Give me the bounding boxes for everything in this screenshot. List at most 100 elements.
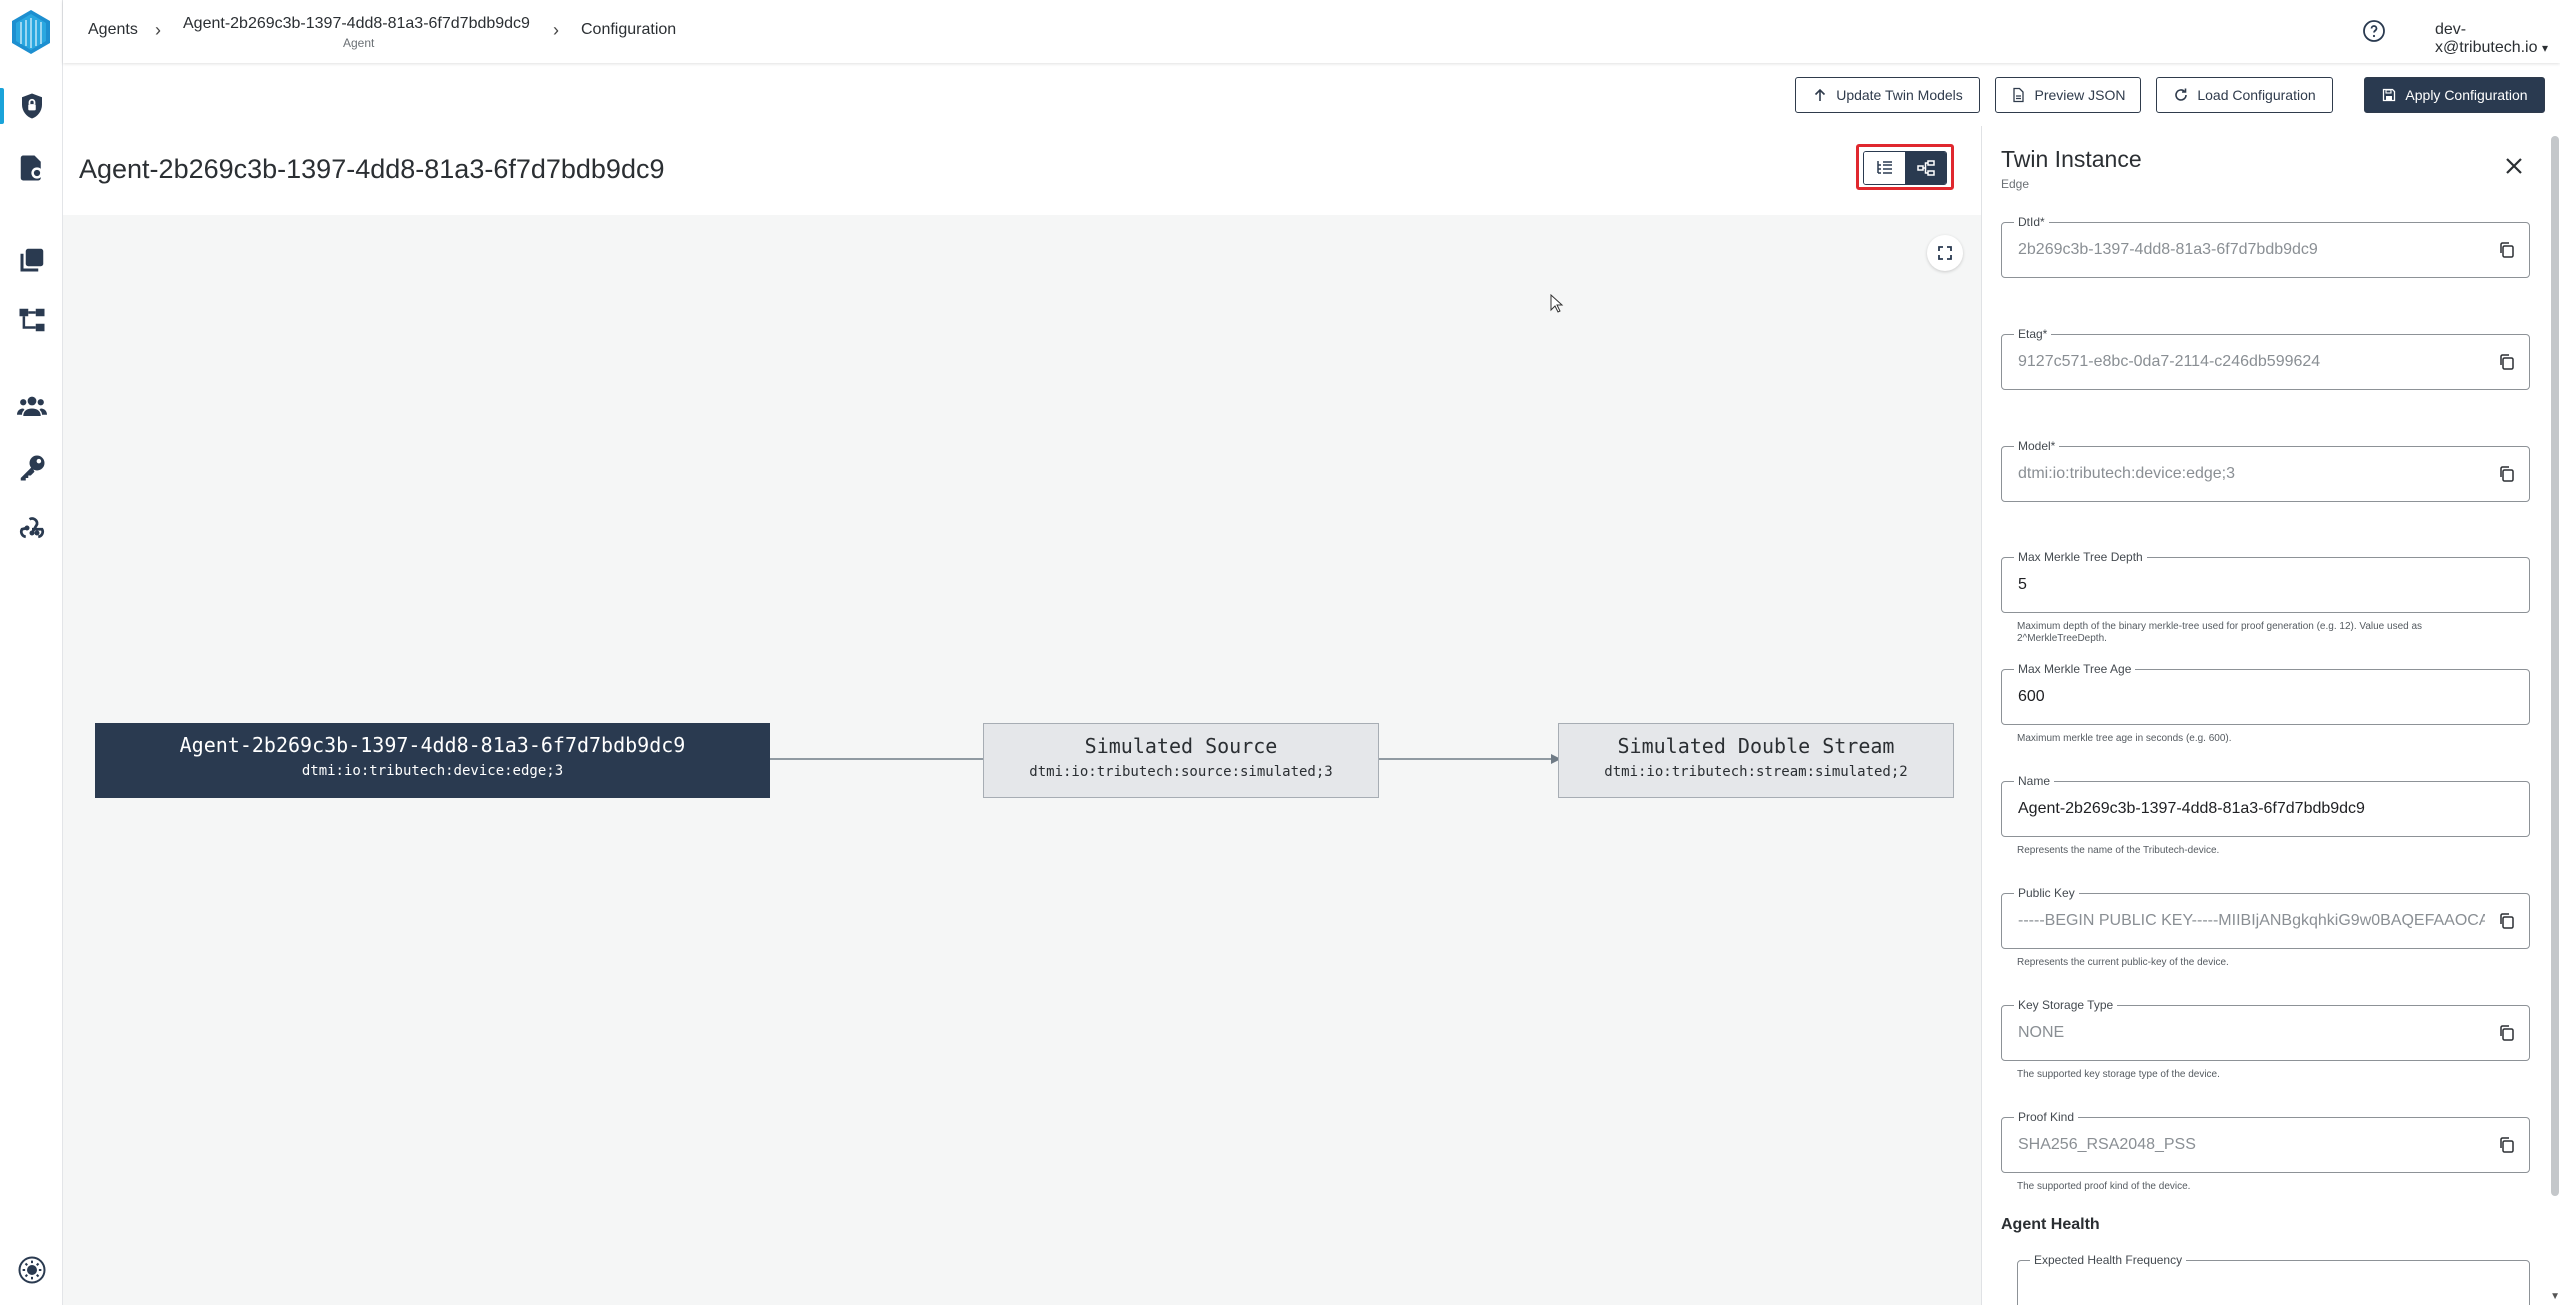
key-storage-type-field: Key Storage Type NONE The supported key … (2001, 997, 2530, 1081)
model-input[interactable]: dtmi:io:tributech:device:edge;3 (2018, 465, 2485, 483)
etag-input[interactable]: 9127c571-e8bc-0da7-2114-c246db599624 (2018, 353, 2485, 371)
panel-scrollbar[interactable] (2551, 136, 2559, 1196)
panel-subtitle: Edge (2001, 177, 2030, 191)
chevron-down-icon: ▾ (2541, 41, 2548, 55)
document-settings-icon (20, 155, 43, 181)
sidebar-item-twins[interactable] (0, 298, 63, 342)
node-title: Agent-2b269c3b-1397-4dd8-81a3-6f7d7bdb9d… (179, 733, 686, 757)
breadcrumb-separator-icon: › (155, 20, 161, 40)
public-key-field: Public Key -----BEGIN PUBLIC KEY-----MII… (2001, 885, 2530, 969)
graph-node-simulated-source[interactable]: Simulated Source dtmi:io:tributech:sourc… (983, 723, 1379, 798)
update-twin-models-label: Update Twin Models (1836, 87, 1963, 103)
load-configuration-button[interactable]: Load Configuration (2156, 77, 2333, 113)
scroll-down-arrow-icon[interactable]: ▼ (2550, 1291, 2560, 1302)
copy-icon[interactable] (2497, 464, 2517, 484)
tree-list-icon (1876, 161, 1892, 174)
field-help-text: The supported proof kind of the device. (2017, 1181, 2191, 1192)
webhook-icon (19, 517, 44, 539)
users-icon (16, 396, 47, 416)
main-header: Agent-2b269c3b-1397-4dd8-81a3-6f7d7bdb9d… (63, 126, 1981, 215)
graph-view-button[interactable] (1905, 152, 1946, 184)
shield-lock-icon (21, 93, 42, 119)
public-key-input[interactable]: -----BEGIN PUBLIC KEY-----MIIBIjANBgkqhk… (2018, 912, 2485, 930)
dtid-field: DtId* 2b269c3b-1397-4dd8-81a3-6f7d7bdb9d… (2001, 214, 2530, 278)
key-icon (20, 455, 44, 481)
sidebar (0, 0, 63, 1305)
field-label: Max Merkle Tree Age (2014, 661, 2136, 677)
graph-nodes-icon (19, 308, 44, 332)
sidebar-item-webhooks[interactable] (0, 506, 63, 550)
field-help-text: Maximum depth of the binary merkle-tree … (2017, 621, 2423, 644)
field-label: Max Merkle Tree Depth (2014, 549, 2147, 565)
sidebar-theme-toggle[interactable] (0, 1248, 63, 1292)
proof-kind-field: Proof Kind SHA256_RSA2048_PSS The suppor… (2001, 1109, 2530, 1193)
field-help-text: Represents the name of the Tributech-dev… (2017, 845, 2220, 856)
graph-view-icon (1916, 160, 1935, 176)
field-label: Etag* (2014, 326, 2052, 342)
page-title: Agent-2b269c3b-1397-4dd8-81a3-6f7d7bdb9d… (79, 154, 665, 184)
breadcrumb-agents[interactable]: Agents (88, 21, 138, 39)
copy-icon[interactable] (2497, 240, 2517, 260)
copy-icon[interactable] (2497, 352, 2517, 372)
preview-json-label: Preview JSON (2034, 87, 2126, 103)
twin-instance-panel: Twin Instance Edge DtId* 2b269c3b-1397-4… (1981, 126, 2560, 1305)
agent-health-heading: Agent Health (2001, 1216, 2100, 1233)
close-icon[interactable] (2502, 154, 2526, 178)
update-twin-models-button[interactable]: Update Twin Models (1795, 77, 1980, 113)
dtid-input[interactable]: 2b269c3b-1397-4dd8-81a3-6f7d7bdb9dc9 (2018, 241, 2485, 259)
mouse-cursor-icon (1550, 294, 1564, 313)
brightness-icon (18, 1256, 45, 1284)
max-merkle-tree-age-input[interactable]: 600 (2018, 688, 2485, 706)
copy-icon[interactable] (2497, 911, 2517, 931)
list-view-button[interactable] (1864, 152, 1905, 184)
breadcrumb-separator-icon: › (553, 20, 559, 40)
panel-title: Twin Instance (2001, 146, 2142, 172)
proof-kind-input[interactable]: SHA256_RSA2048_PSS (2018, 1136, 2485, 1154)
graph-node-simulated-double-stream[interactable]: Simulated Double Stream dtmi:io:tributec… (1558, 723, 1954, 798)
arrow-up-icon (1815, 88, 1826, 101)
breadcrumb-configuration: Configuration (581, 21, 677, 38)
tributech-logo[interactable] (9, 8, 53, 56)
copy-icon[interactable] (2497, 1023, 2517, 1043)
name-input[interactable]: Agent-2b269c3b-1397-4dd8-81a3-6f7d7bdb9d… (2018, 800, 2485, 818)
sidebar-item-catalog[interactable] (0, 238, 63, 282)
fullscreen-button[interactable] (1927, 235, 1963, 271)
fullscreen-icon (1938, 246, 1952, 260)
sidebar-item-security[interactable] (0, 84, 63, 128)
node-model: dtmi:io:tributech:source:simulated;3 (1029, 764, 1333, 780)
sidebar-item-documents[interactable] (0, 146, 63, 190)
key-storage-type-input[interactable]: NONE (2018, 1024, 2485, 1042)
field-help-text: The supported key storage type of the de… (2017, 1069, 2220, 1080)
expected-health-frequency-field: Expected Health Frequency (2017, 1252, 2530, 1305)
preview-json-button[interactable]: Preview JSON (1995, 77, 2141, 113)
field-label: Expected Health Frequency (2030, 1252, 2187, 1268)
save-icon (2383, 88, 2396, 102)
twin-graph-canvas[interactable]: Agent-2b269c3b-1397-4dd8-81a3-6f7d7bdb9d… (63, 215, 1981, 1305)
model-field: Model* dtmi:io:tributech:device:edge;3 (2001, 438, 2530, 502)
view-mode-toggle (1856, 144, 1954, 190)
apply-configuration-button[interactable]: Apply Configuration (2364, 77, 2545, 113)
field-label: Key Storage Type (2014, 997, 2118, 1013)
apply-configuration-label: Apply Configuration (2405, 87, 2528, 103)
action-toolbar: Update Twin Models Preview JSON Load Con… (63, 63, 2560, 127)
field-label: Model* (2014, 438, 2060, 454)
user-email: dev-x@tributech.io (2435, 21, 2538, 56)
copy-icon[interactable] (2497, 1135, 2517, 1155)
sidebar-item-keys[interactable] (0, 446, 63, 490)
stacked-pages-icon (20, 248, 43, 272)
help-icon[interactable] (2362, 19, 2386, 43)
user-menu[interactable]: dev-x@tributech.io ▾ (2435, 21, 2560, 57)
node-title: Simulated Source (1084, 734, 1278, 758)
node-model: dtmi:io:tributech:device:edge;3 (301, 763, 564, 779)
etag-field: Etag* 9127c571-e8bc-0da7-2114-c246db5996… (2001, 326, 2530, 390)
breadcrumb-agent[interactable]: Agent-2b269c3b-1397-4dd8-81a3-6f7d7bdb9d… (183, 15, 530, 33)
name-field: Name Agent-2b269c3b-1397-4dd8-81a3-6f7d7… (2001, 773, 2530, 857)
breadcrumb-agent-type: Agent (343, 36, 375, 50)
max-merkle-tree-depth-input[interactable]: 5 (2018, 576, 2485, 594)
top-bar: Agents › Agent-2b269c3b-1397-4dd8-81a3-6… (63, 0, 2560, 63)
field-label: DtId* (2014, 214, 2049, 230)
sidebar-item-users[interactable] (0, 384, 63, 428)
graph-node-agent[interactable]: Agent-2b269c3b-1397-4dd8-81a3-6f7d7bdb9d… (95, 723, 770, 798)
refresh-icon (2175, 88, 2188, 101)
field-label: Proof Kind (2014, 1109, 2079, 1125)
